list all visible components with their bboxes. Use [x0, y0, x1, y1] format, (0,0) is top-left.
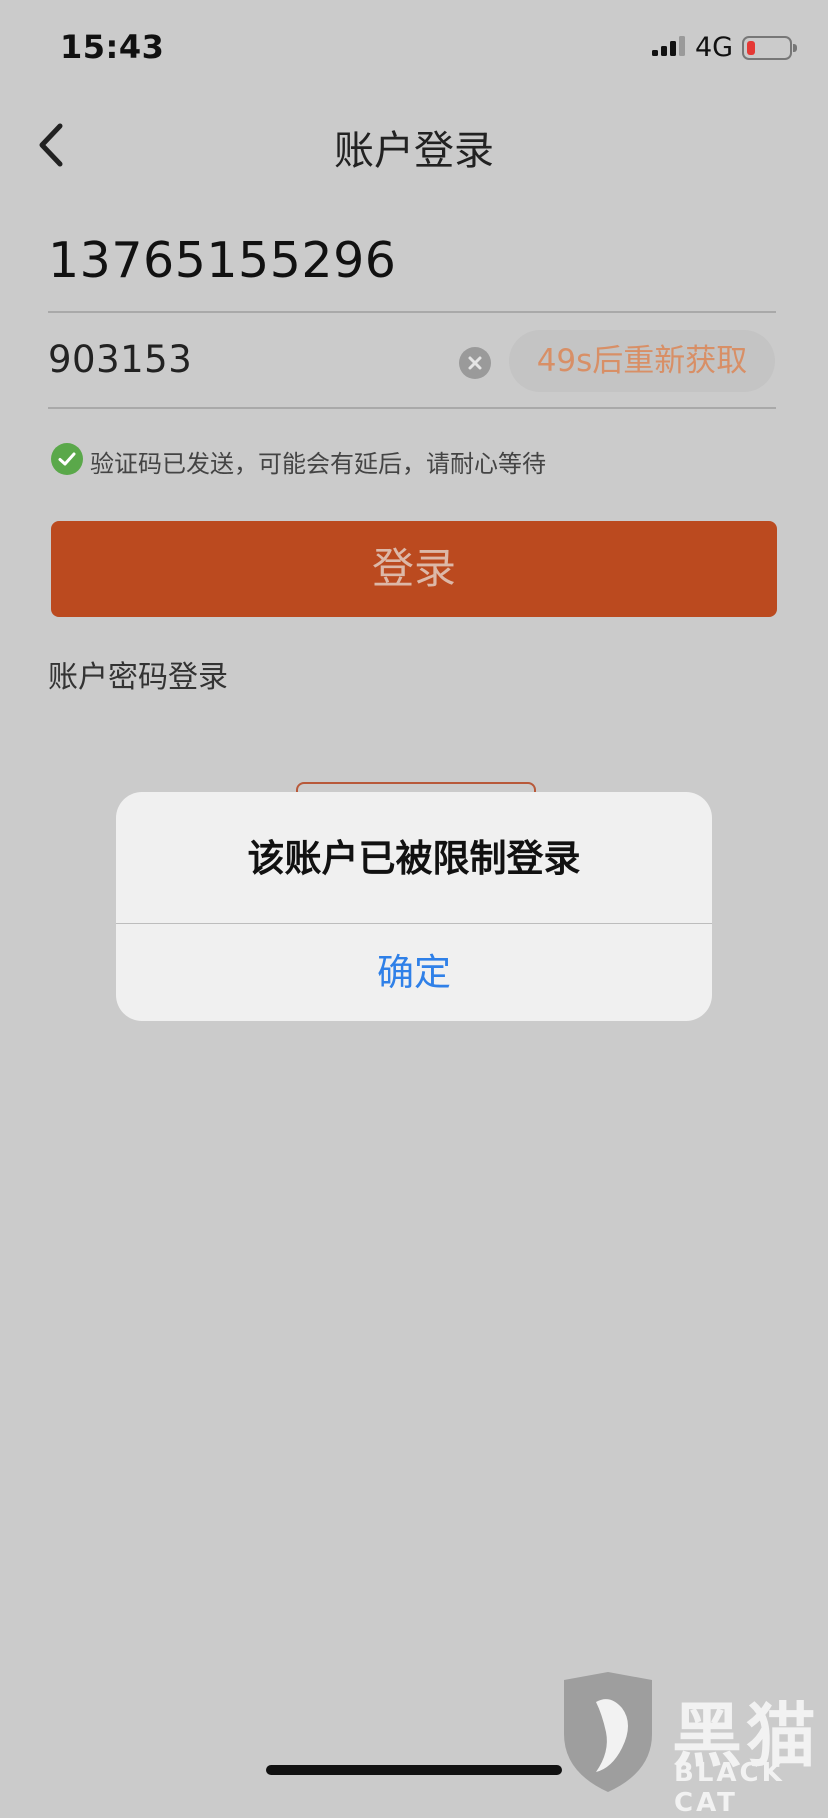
clear-circle-icon[interactable]: [459, 347, 491, 379]
dialog-message: 该账户已被限制登录: [247, 837, 581, 880]
page-title: 账户登录: [334, 128, 494, 174]
resend-code-button[interactable]: 49s后重新获取: [509, 330, 775, 392]
status-time: 15:43: [60, 28, 165, 66]
cellular-signal-icon: [652, 36, 685, 56]
phone-number-field[interactable]: 13765155296: [48, 232, 396, 289]
network-type: 4G: [695, 32, 734, 63]
black-cat-shield-icon: [564, 1672, 652, 1792]
alert-dialog: 该账户已被限制登录 确定: [116, 792, 712, 1021]
code-sent-hint: 验证码已发送，可能会有延后，请耐心等待: [90, 450, 546, 478]
login-button[interactable]: 登录: [51, 521, 777, 617]
home-indicator[interactable]: [266, 1765, 562, 1775]
verification-code-field[interactable]: 903153: [48, 338, 192, 381]
password-login-link[interactable]: 账户密码登录: [48, 652, 228, 696]
check-circle-icon: [51, 443, 83, 475]
chevron-left-icon[interactable]: [34, 118, 74, 172]
battery-low-icon: [742, 36, 797, 60]
divider: [48, 311, 776, 313]
divider: [48, 407, 776, 409]
confirm-button[interactable]: 确定: [116, 924, 712, 1021]
watermark-subtext: BLACK CAT: [674, 1758, 785, 1818]
